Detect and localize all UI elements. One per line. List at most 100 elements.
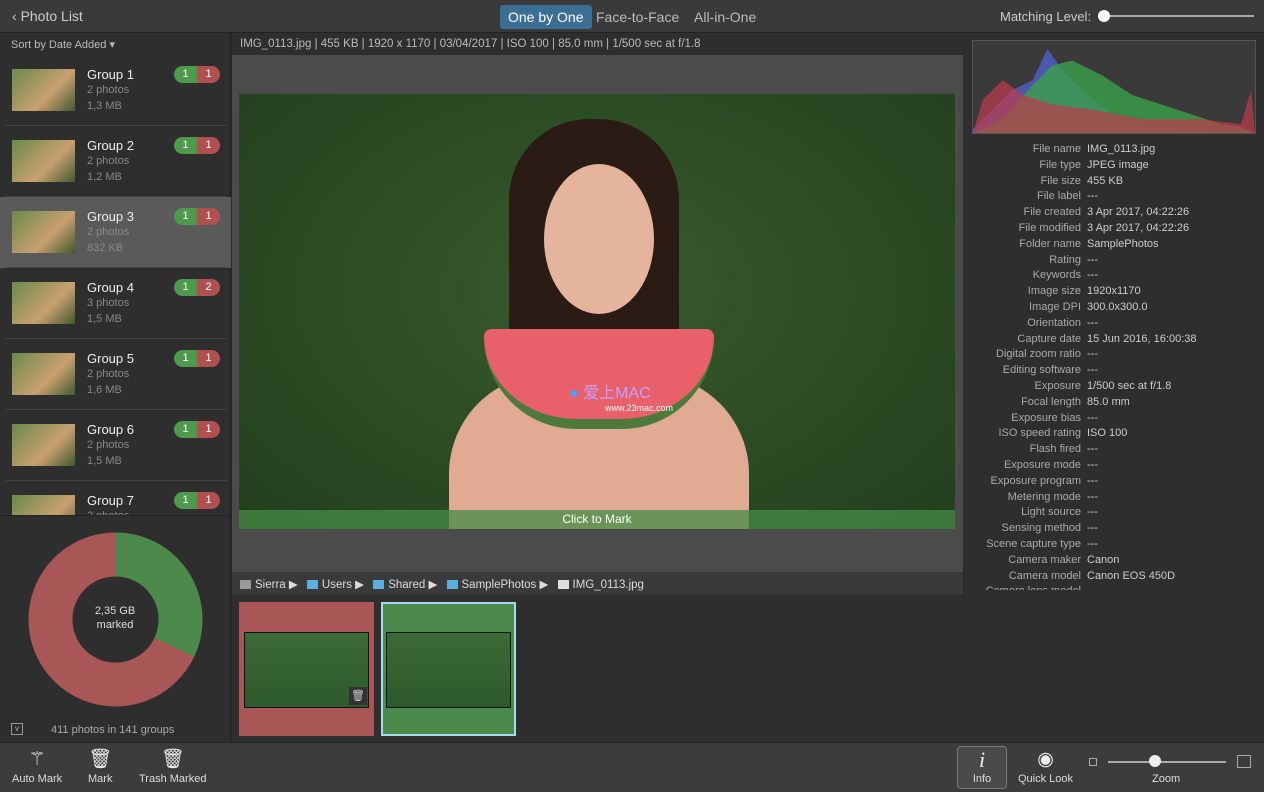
mode-all-in-one[interactable]: All-in-One bbox=[686, 5, 764, 29]
main-photo[interactable]: ● 爱上MAC www.23mac.com Click to Mark bbox=[239, 94, 955, 529]
metadata-value: --- bbox=[1087, 269, 1098, 282]
histogram bbox=[972, 40, 1256, 134]
donut-label: 2,35 GB marked bbox=[65, 604, 165, 632]
metadata-value: --- bbox=[1087, 474, 1098, 487]
metadata-row: Camera maker Canon bbox=[964, 554, 1264, 570]
group-size: 1,3 MB bbox=[87, 100, 122, 112]
zoom-label: Zoom bbox=[1152, 773, 1181, 785]
metadata-key: Editing software bbox=[1002, 364, 1081, 377]
metadata-row: Focal length 85.0 mm bbox=[964, 396, 1264, 412]
metadata-row: Camera model Canon EOS 450D bbox=[964, 570, 1264, 586]
metadata-value: --- bbox=[1087, 443, 1098, 456]
info-icon: i bbox=[978, 747, 986, 772]
group-item[interactable]: Group 6 2 photos 1,5 MB 1 1 bbox=[0, 410, 231, 481]
zoom-out-icon[interactable] bbox=[1089, 758, 1097, 766]
matching-level-slider[interactable] bbox=[1104, 15, 1254, 17]
metadata-row: Keywords --- bbox=[964, 269, 1264, 285]
group-thumbnail bbox=[12, 140, 75, 182]
marked-count-badge: 1 bbox=[197, 66, 220, 83]
kept-count-badge: 1 bbox=[174, 421, 197, 438]
metadata-key: Keywords bbox=[1032, 269, 1081, 282]
metadata-list: File name IMG_0113.jpg File type JPEG image… bbox=[964, 143, 1264, 590]
metadata-key: Camera model bbox=[1008, 569, 1081, 582]
back-to-photo-list[interactable]: ‹ Photo List bbox=[12, 8, 83, 24]
mode-one-by-one[interactable]: One by One bbox=[500, 5, 592, 29]
group-item[interactable]: Group 5 2 photos 1,6 MB 1 1 bbox=[0, 339, 231, 410]
zoom-knob[interactable] bbox=[1149, 755, 1162, 767]
group-thumbnail bbox=[12, 282, 75, 324]
group-photo-count: 2 photos bbox=[87, 439, 130, 451]
collapse-icon[interactable]: v bbox=[11, 723, 23, 735]
metadata-key: Flash fired bbox=[1029, 443, 1081, 456]
trash-marked-button[interactable]: 🗑 Trash Marked bbox=[139, 747, 206, 785]
group-thumbnail bbox=[12, 353, 75, 395]
matching-level-knob[interactable] bbox=[1098, 10, 1110, 22]
thumbnail-selected[interactable] bbox=[381, 602, 516, 736]
trash-icon[interactable]: 🗑 bbox=[349, 687, 367, 705]
path-item[interactable]: SamplePhotos bbox=[462, 579, 537, 591]
kept-count-badge: 1 bbox=[174, 137, 197, 154]
metadata-row: Capture date 15 Jun 2016, 16:00:38 bbox=[964, 333, 1264, 349]
metadata-key: Exposure bbox=[1034, 380, 1081, 392]
metadata-value: 85.0 mm bbox=[1087, 395, 1130, 408]
metadata-row: Editing software --- bbox=[964, 364, 1264, 380]
thumbnail-unmarked[interactable]: 🗑 bbox=[239, 602, 374, 736]
path-item[interactable]: Shared bbox=[388, 579, 425, 591]
metadata-value: --- bbox=[1087, 364, 1098, 377]
marked-count-badge: 1 bbox=[197, 421, 220, 438]
group-photo-count: 3 photos bbox=[87, 297, 130, 309]
folder-icon bbox=[373, 580, 385, 589]
group-item[interactable]: Group 7 2 photos 1 1 bbox=[0, 481, 231, 515]
metadata-key: Scene capture type bbox=[986, 538, 1081, 550]
metadata-value: --- bbox=[1087, 490, 1098, 503]
group-thumbnail bbox=[12, 211, 75, 253]
click-to-mark-bar[interactable]: Click to Mark bbox=[239, 510, 955, 529]
group-thumbnail bbox=[12, 424, 75, 466]
matching-level-label: Matching Level: bbox=[1000, 9, 1092, 24]
metadata-row: File name IMG_0113.jpg bbox=[964, 143, 1264, 159]
group-list[interactable]: Group 1 2 photos 1,3 MB 1 1 Group 2 2 ph… bbox=[0, 55, 231, 515]
metadata-key: Camera lens model bbox=[986, 585, 1081, 590]
trash-check-icon: 🗑 bbox=[88, 749, 113, 770]
group-size: 1,2 MB bbox=[87, 171, 122, 183]
group-name: Group 7 bbox=[87, 493, 134, 508]
marked-count-badge: 1 bbox=[197, 492, 220, 509]
path-item[interactable]: IMG_0113.jpg bbox=[573, 579, 644, 591]
back-label: Photo List bbox=[20, 8, 83, 24]
metadata-row: Sensing method --- bbox=[964, 522, 1264, 538]
group-size: 1,5 MB bbox=[87, 313, 122, 325]
metadata-value: --- bbox=[1087, 506, 1098, 519]
group-item[interactable]: Group 4 3 photos 1,5 MB 1 2 bbox=[0, 268, 231, 339]
auto-mark-button[interactable]: ⚚ Auto Mark bbox=[12, 747, 62, 785]
zoom-slider[interactable] bbox=[1108, 761, 1226, 763]
group-item[interactable]: Group 2 2 photos 1,2 MB 1 1 bbox=[0, 126, 231, 197]
zoom-in-icon[interactable] bbox=[1237, 755, 1251, 768]
group-size: 832 KB bbox=[87, 242, 124, 254]
photo-count: 411 photos in 141 groups bbox=[51, 724, 175, 736]
metadata-key: File type bbox=[1039, 158, 1081, 171]
marked-count-badge: 1 bbox=[197, 350, 220, 367]
metadata-value: --- bbox=[1087, 190, 1098, 203]
metadata-value: 3 Apr 2017, 04:22:26 bbox=[1087, 222, 1190, 234]
sort-dropdown[interactable]: Sort by Date Added ▾ bbox=[0, 33, 231, 55]
metadata-key: Focal length bbox=[1021, 395, 1081, 408]
group-item[interactable]: Group 3 2 photos 832 KB 1 1 bbox=[0, 197, 231, 268]
trash-marked-label: Trash Marked bbox=[139, 773, 207, 785]
mark-button[interactable]: 🗑 Mark bbox=[88, 747, 112, 785]
metadata-key: Image DPI bbox=[1029, 301, 1081, 313]
top-bar: ‹ Photo List One by One Face-to-Face All… bbox=[0, 0, 1264, 33]
metadata-value: --- bbox=[1087, 522, 1098, 535]
info-button[interactable]: i Info bbox=[957, 746, 1007, 789]
path-item[interactable]: Users bbox=[322, 579, 352, 591]
metadata-value: SamplePhotos bbox=[1087, 237, 1159, 250]
metadata-value: 1/500 sec at f/1.8 bbox=[1087, 380, 1172, 392]
quick-look-button[interactable]: ◉ Quick Look bbox=[1018, 747, 1073, 785]
metadata-key: Orientation bbox=[1027, 316, 1081, 329]
group-size: 1,5 MB bbox=[87, 455, 122, 467]
group-item[interactable]: Group 1 2 photos 1,3 MB 1 1 bbox=[0, 55, 231, 126]
path-item[interactable]: Sierra bbox=[255, 579, 286, 591]
marked-summary: 2,35 GB marked v 411 photos in 141 groups bbox=[0, 515, 231, 742]
group-name: Group 1 bbox=[87, 67, 134, 82]
metadata-value: --- bbox=[1087, 253, 1098, 266]
mode-face-to-face[interactable]: Face-to-Face bbox=[588, 5, 687, 29]
